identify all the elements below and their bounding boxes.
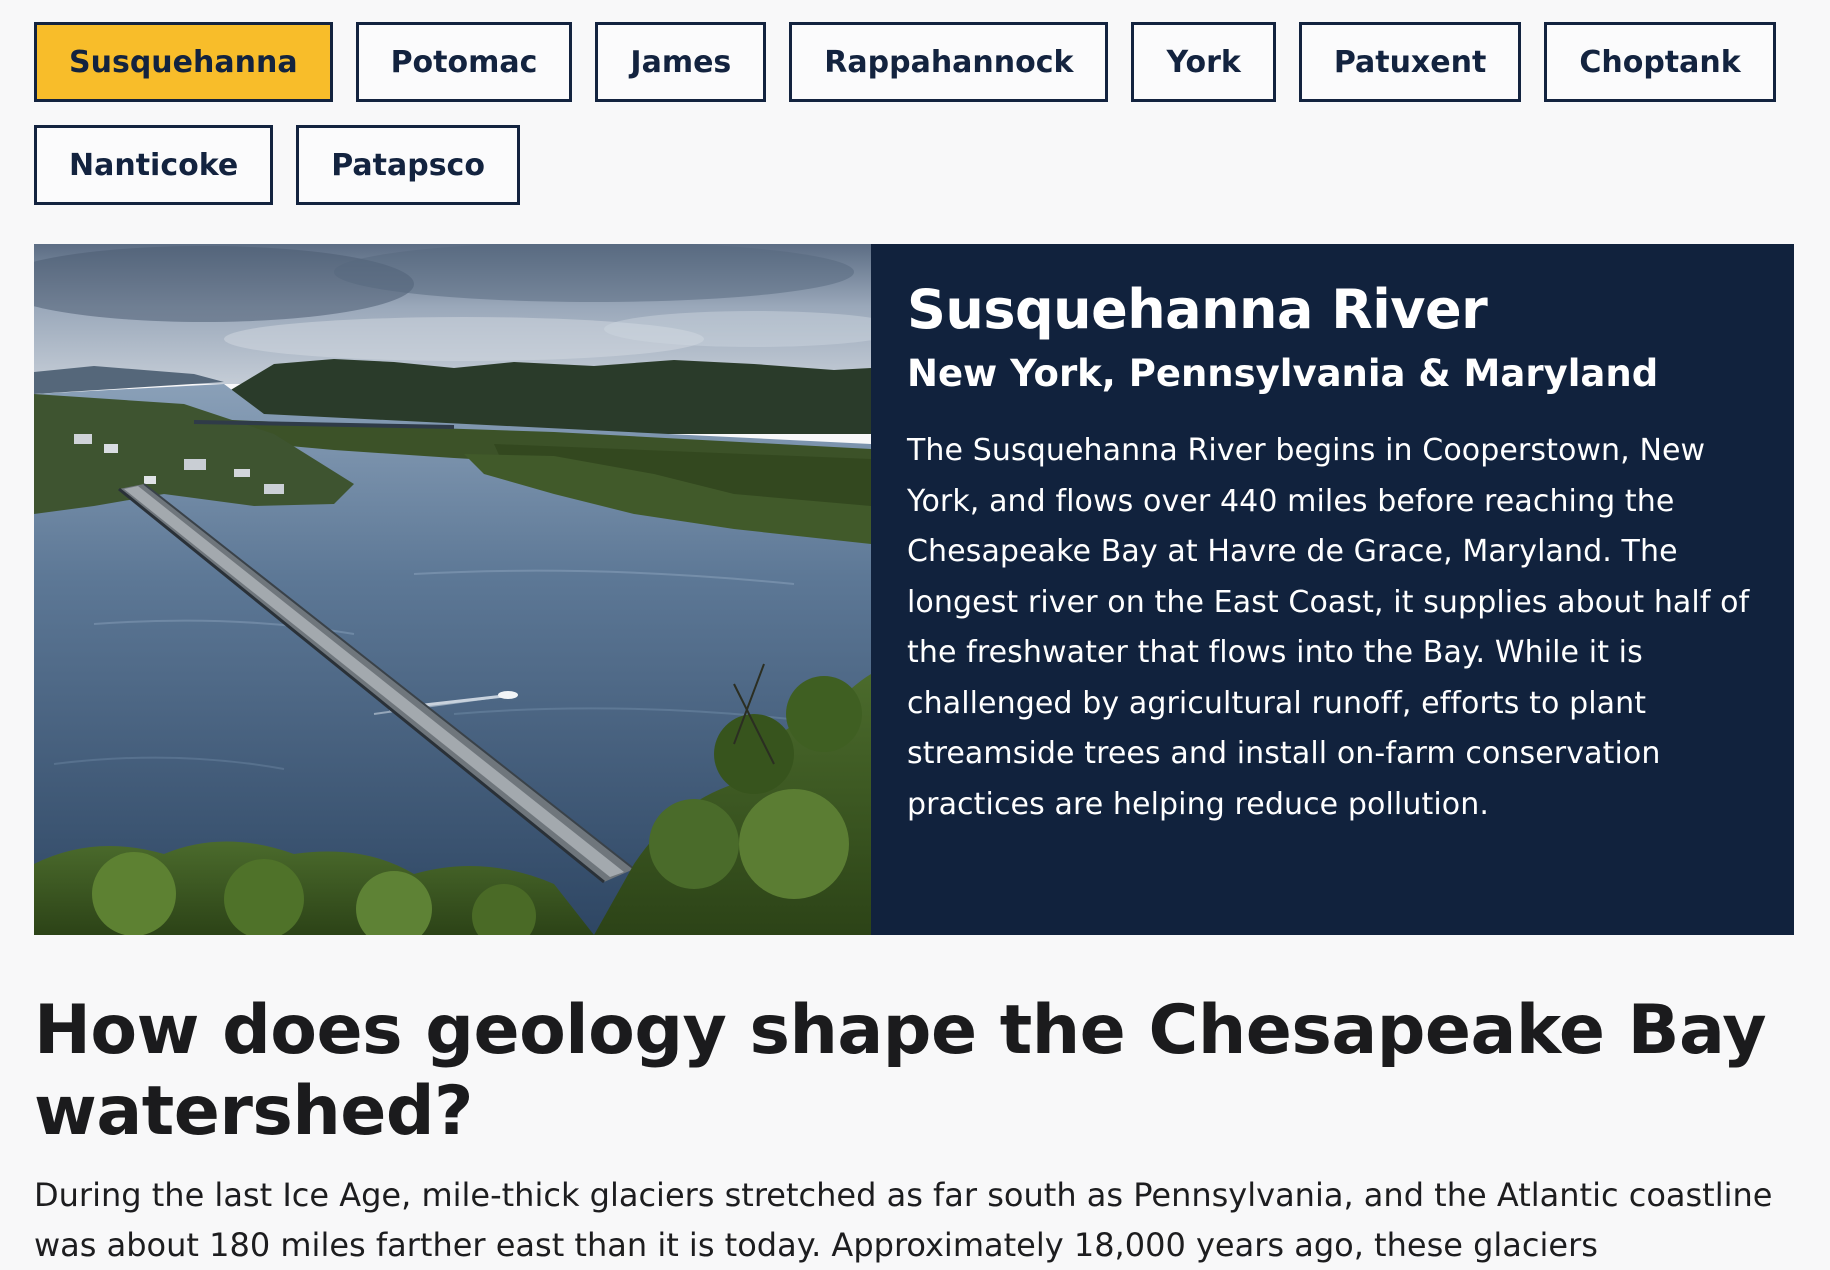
tab-choptank[interactable]: Choptank xyxy=(1544,22,1776,102)
river-info: Susquehanna River New York, Pennsylvania… xyxy=(871,244,1794,935)
river-title: Susquehanna River xyxy=(907,278,1488,341)
river-feature-panel: Susquehanna River New York, Pennsylvania… xyxy=(34,244,1794,935)
geology-article: How does geology shape the Chesapeake Ba… xyxy=(34,990,1814,1270)
river-photo xyxy=(34,244,871,935)
tab-rappahannock[interactable]: Rappahannock xyxy=(789,22,1109,102)
tab-james[interactable]: James xyxy=(595,22,767,102)
article-body: During the last Ice Age, mile-thick glac… xyxy=(34,1176,1773,1264)
tab-patuxent[interactable]: Patuxent xyxy=(1298,22,1522,102)
tab-patapsco[interactable]: Patapsco xyxy=(296,125,520,205)
tab-potomac[interactable]: Potomac xyxy=(355,22,573,102)
tab-york[interactable]: York xyxy=(1131,22,1276,102)
river-description: The Susquehanna River begins in Cooperst… xyxy=(907,433,1750,822)
tab-nanticoke[interactable]: Nanticoke xyxy=(34,125,274,205)
river-tabs-row-1: Susquehanna Potomac James Rappahannock Y… xyxy=(34,22,1794,102)
river-tabs-row-2: Nanticoke Patapsco xyxy=(34,125,1794,205)
page: Susquehanna Potomac James Rappahannock Y… xyxy=(0,0,1830,1270)
article-heading: How does geology shape the Chesapeake Ba… xyxy=(34,991,1767,1151)
river-states: New York, Pennsylvania & Maryland xyxy=(907,352,1659,395)
river-tabs: Susquehanna Potomac James Rappahannock Y… xyxy=(34,22,1794,228)
tab-susquehanna[interactable]: Susquehanna xyxy=(34,22,333,102)
